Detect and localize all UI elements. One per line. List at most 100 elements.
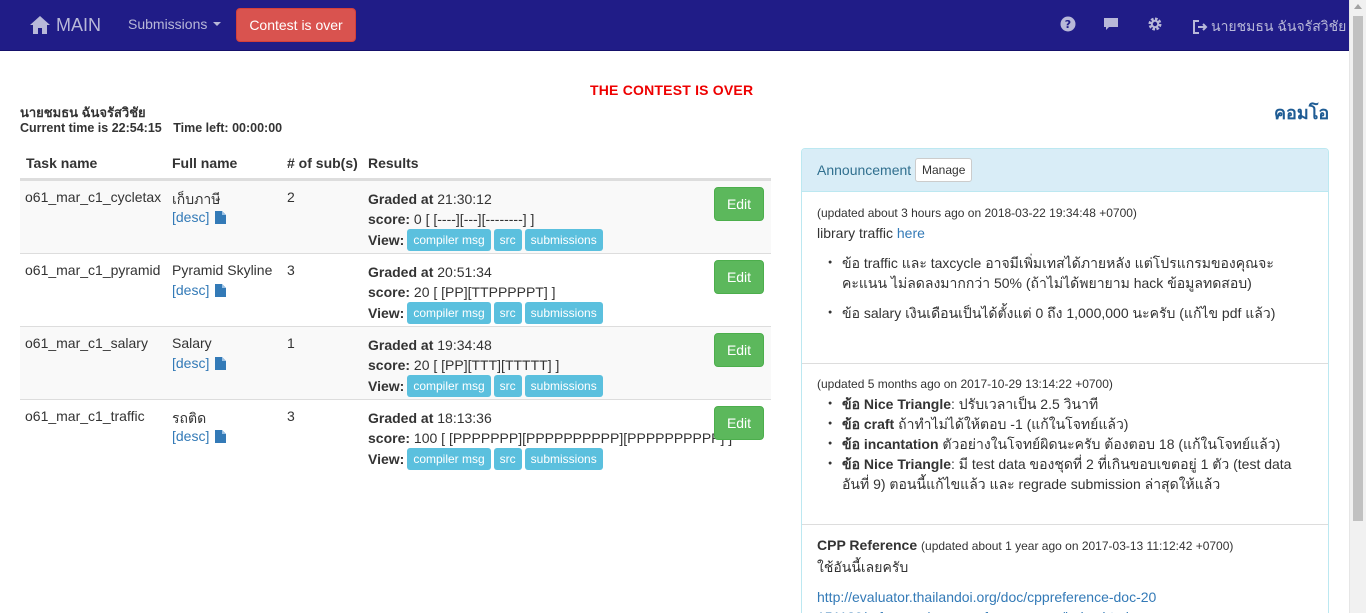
score-value: 0 [ [----][---][--------] ] — [413, 211, 535, 227]
time-line: Current time is 22:54:15 Time left: 00:0… — [20, 121, 282, 135]
bullet-prefix: ข้อ incantation — [842, 436, 939, 452]
scroll-thumb[interactable] — [1353, 16, 1363, 521]
here-link[interactable]: here — [897, 225, 925, 241]
desc-label: [desc] — [172, 209, 210, 225]
navbar: MAIN Submissions Contest is over ? นายชม… — [0, 0, 1366, 51]
bullet-prefix: ข้อ Nice Triangle — [842, 396, 952, 412]
bullet-text: : ปรับเวลาเป็น 2.5 วินาที — [951, 396, 1099, 412]
sub-count: 2 — [287, 189, 295, 205]
score-label: score: — [368, 211, 411, 227]
user-name: นายชมธน ฉันจรัสวิชัย — [20, 105, 146, 120]
score-label: score: — [368, 284, 411, 300]
user-name-nav: นายชมธน ฉันจรัสวิชัย — [1211, 18, 1347, 34]
src-button[interactable]: src — [493, 375, 522, 397]
full-name: รถติด — [172, 410, 207, 426]
gear-icon[interactable] — [1147, 16, 1163, 35]
graded-line: Graded at 19:34:48 — [368, 335, 603, 355]
announcement-text: ใช้อันนี้เลยครับ — [817, 559, 909, 575]
desc-label: [desc] — [172, 428, 210, 444]
sub-count: 3 — [287, 408, 295, 424]
edit-button[interactable]: Edit — [714, 187, 764, 221]
graded-line: Graded at 18:13:36 — [368, 408, 732, 428]
scroll-up-icon[interactable] — [1354, 4, 1362, 9]
task-table: Task name Full name # of sub(s) Results … — [20, 148, 771, 472]
file-icon — [215, 210, 227, 224]
user-menu[interactable]: นายชมธน ฉันจรัสวิชัย — [1192, 16, 1346, 38]
bullet-text: ตัวอย่างในโจทย์ผิดนะครับ ต้องตอบ 18 (แก้… — [938, 436, 1281, 452]
compiler-msg-button[interactable]: compiler msg — [407, 302, 491, 324]
score-label: score: — [368, 357, 411, 373]
desc-label: [desc] — [172, 355, 210, 371]
bullet-text: ถ้าทำไม่ได้ให้ตอบ -1 (แก้ในโจทย์แล้ว) — [894, 416, 1129, 432]
score-label: score: — [368, 430, 411, 446]
view-label: View: — [368, 378, 405, 394]
view-label: View: — [368, 305, 405, 321]
chat-icon[interactable] — [1103, 16, 1119, 35]
desc-link[interactable]: [desc] — [172, 282, 227, 298]
caret-down-icon — [213, 22, 222, 26]
file-icon — [215, 283, 227, 297]
src-button[interactable]: src — [493, 302, 522, 324]
submissions-button[interactable]: submissions — [524, 375, 603, 397]
submissions-button[interactable]: submissions — [524, 302, 603, 324]
announcement-bullet: ข้อ traffic และ taxcycle อาจมีเพิ่มเทสได… — [828, 253, 1302, 293]
table-row: o61_mar_c1_salary Salary [desc] 1 Graded at … — [20, 326, 771, 399]
manage-button[interactable]: Manage — [915, 158, 973, 182]
compiler-msg-button[interactable]: compiler msg — [407, 375, 491, 397]
announcement-meta: (updated about 3 hours ago on 2018-03-22… — [817, 206, 1137, 220]
graded-line: Graded at 21:30:12 — [368, 189, 603, 209]
edit-button[interactable]: Edit — [714, 333, 764, 367]
result-cell: Graded at 18:13:36 score: 100 [ [PPPPPPP]… — [368, 408, 732, 470]
score-line: score: 0 [ [----][---][--------] ] — [368, 209, 603, 229]
cpp-reference-title: CPP Reference — [817, 537, 918, 553]
table-row: o61_mar_c1_pyramid Pyramid Skyline [desc] 3… — [20, 253, 771, 326]
announcement-bullet: ข้อ Nice Triangle: ปรับเวลาเป็น 2.5 วินา… — [828, 394, 1302, 414]
compiler-msg-button[interactable]: compiler msg — [407, 448, 491, 470]
time-left: 00:00:00 — [232, 121, 283, 135]
header-full-name: Full name — [172, 155, 238, 171]
task-name: o61_mar_c1_traffic — [25, 408, 145, 424]
desc-link[interactable]: [desc] — [172, 209, 227, 225]
bullet-prefix: ข้อ craft — [842, 416, 895, 432]
contest-over-banner: THE CONTEST IS OVER — [590, 82, 754, 98]
announcement-text-label: library traffic — [817, 225, 893, 241]
graded-line: Graded at 20:51:34 — [368, 262, 603, 282]
cpp-reference-link[interactable]: http://evaluator.thailandoi.org/doc/cppr… — [817, 587, 1157, 613]
brand-label: MAIN — [56, 14, 101, 35]
graded-time: 21:30:12 — [437, 191, 492, 207]
graded-time: 20:51:34 — [437, 264, 492, 280]
src-button[interactable]: src — [493, 448, 522, 470]
submissions-label: Submissions — [128, 16, 208, 32]
submissions-button[interactable]: submissions — [524, 229, 603, 251]
submissions-menu[interactable]: Submissions — [128, 16, 222, 32]
edit-button[interactable]: Edit — [714, 406, 764, 440]
full-name: เก็บภาษี — [172, 191, 221, 207]
announcement-item: (updated about 3 hours ago on 2018-03-22… — [802, 193, 1328, 364]
sub-count: 3 — [287, 262, 295, 278]
logout-icon — [1193, 20, 1208, 34]
file-icon — [215, 429, 227, 443]
score-line: score: 20 [ [PP][TTPPPPPT] ] — [368, 282, 603, 302]
result-cell: Graded at 20:51:34 score: 20 [ [PP][TTPPP… — [368, 262, 603, 324]
page-scrollbar[interactable] — [1349, 0, 1366, 613]
contest-status-button[interactable]: Contest is over — [236, 8, 356, 42]
score-value: 20 [ [PP][TTPPPPPT] ] — [413, 284, 556, 300]
edit-button[interactable]: Edit — [714, 260, 764, 294]
src-button[interactable]: src — [493, 229, 522, 251]
desc-link[interactable]: [desc] — [172, 355, 227, 371]
score-value: 20 [ [PP][TTT][TTTTT] ] — [413, 357, 560, 373]
time-left-label: Time left: — [173, 121, 229, 135]
desc-link[interactable]: [desc] — [172, 428, 227, 444]
brand-link[interactable]: MAIN — [30, 14, 101, 36]
announcement-panel: Announcement Manage (updated about 3 hou… — [801, 148, 1329, 613]
graded-label: Graded at — [368, 337, 434, 353]
score-value: 100 [ [PPPPPPP][PPPPPPPPPP][PPPPPPPPPP] … — [413, 430, 733, 446]
compiler-msg-button[interactable]: compiler msg — [407, 229, 491, 251]
submissions-button[interactable]: submissions — [524, 448, 603, 470]
announcement-bullet: ข้อ Nice Triangle: มี test data ของชุดที… — [828, 454, 1302, 494]
announcement-item: CPP Reference (updated about 1 year ago … — [802, 525, 1328, 613]
view-line: View: compiler msg src submissions — [368, 448, 732, 470]
announcement-header: Announcement Manage — [802, 149, 1328, 192]
question-icon[interactable]: ? — [1060, 16, 1076, 35]
task-name: o61_mar_c1_pyramid — [25, 262, 161, 278]
